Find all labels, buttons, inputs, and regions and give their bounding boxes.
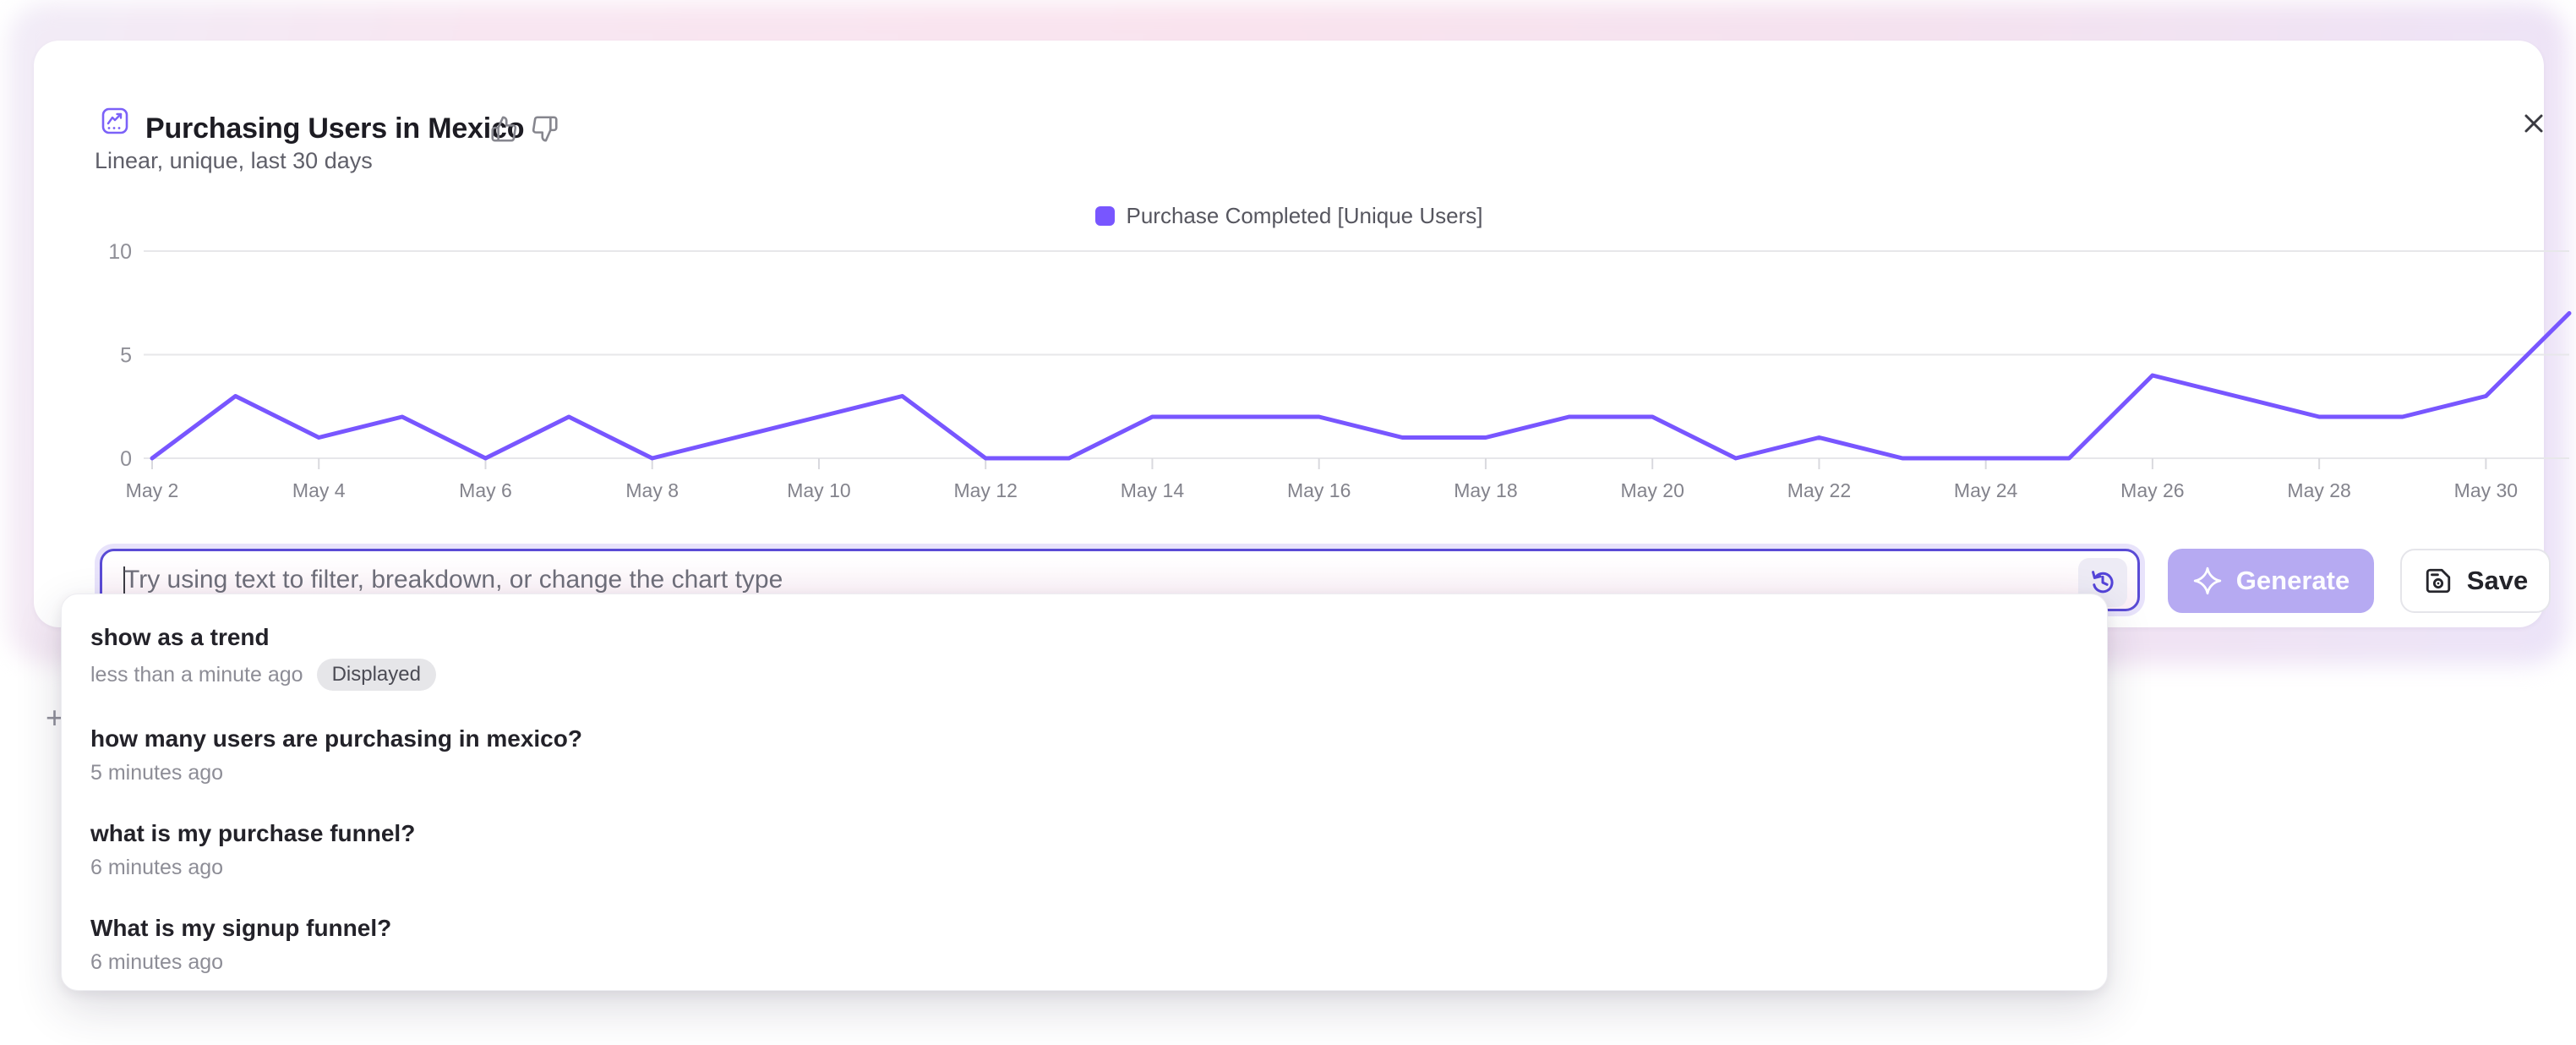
svg-text:May 28: May 28 — [2287, 479, 2350, 501]
svg-text:May 10: May 10 — [787, 479, 850, 501]
page: Purchasing Users in Mexico Linear, uniqu… — [0, 0, 2576, 1045]
history-item-title: what is my purchase funnel? — [90, 819, 2078, 848]
history-item[interactable]: what is my purchase funnel? 6 minutes ag… — [62, 802, 2107, 897]
legend-swatch — [1095, 206, 1115, 226]
svg-text:May 18: May 18 — [1454, 479, 1517, 501]
generate-button[interactable]: Generate — [2168, 549, 2374, 613]
line-chart: 0 5 10 May 2 May 4 May 6 May 8 May 10 May 12 May … — [93, 235, 2576, 527]
svg-text:May 22: May 22 — [1787, 479, 1851, 501]
history-item-time: 6 minutes ago — [90, 949, 223, 975]
thumbs-down-icon[interactable] — [531, 115, 559, 143]
history-dropdown: show as a trend less than a minute ago D… — [61, 594, 2108, 991]
save-label: Save — [2467, 566, 2528, 596]
history-item-title: show as a trend — [90, 623, 2078, 652]
legend-series-label: Purchase Completed [Unique Users] — [1127, 203, 1483, 229]
history-item-time: 5 minutes ago — [90, 760, 223, 785]
history-item-time: less than a minute ago — [90, 662, 303, 687]
chart-trend-icon — [101, 107, 128, 134]
history-item[interactable]: how many users are purchasing in mexico?… — [62, 708, 2107, 802]
svg-text:0: 0 — [120, 447, 132, 471]
thumbs-up-icon[interactable] — [490, 115, 518, 143]
history-item[interactable]: show as a trend less than a minute ago D… — [62, 606, 2107, 708]
svg-text:May 8: May 8 — [625, 479, 679, 501]
chart-card: Purchasing Users in Mexico Linear, uniqu… — [34, 41, 2544, 627]
history-item-title: What is my signup funnel? — [90, 914, 2078, 943]
history-item[interactable]: What is my signup funnel? 6 minutes ago — [62, 897, 2107, 991]
svg-text:May 26: May 26 — [2120, 479, 2184, 501]
svg-text:May 6: May 6 — [459, 479, 512, 501]
save-icon — [2423, 566, 2453, 596]
chart-subtitle: Linear, unique, last 30 days — [95, 148, 373, 174]
svg-text:May 20: May 20 — [1620, 479, 1684, 501]
sparkle-icon — [2192, 566, 2223, 596]
svg-text:May 16: May 16 — [1287, 479, 1351, 501]
save-button[interactable]: Save — [2400, 549, 2551, 613]
close-icon[interactable] — [2519, 108, 2549, 139]
status-badge: Displayed — [317, 659, 436, 691]
page-title: Purchasing Users in Mexico — [145, 112, 524, 145]
history-item-title: how many users are purchasing in mexico? — [90, 725, 2078, 753]
svg-text:May 12: May 12 — [953, 479, 1017, 501]
svg-text:5: 5 — [120, 344, 132, 368]
chart-legend[interactable]: Purchase Completed [Unique Users] — [34, 203, 2544, 229]
history-item-time: 6 minutes ago — [90, 855, 223, 880]
svg-text:May 30: May 30 — [2454, 479, 2518, 501]
generate-label: Generate — [2236, 566, 2350, 596]
svg-text:May 24: May 24 — [1954, 479, 2018, 501]
svg-text:10: 10 — [108, 240, 132, 264]
svg-text:May 2: May 2 — [126, 479, 179, 501]
svg-text:May 4: May 4 — [292, 479, 346, 501]
svg-text:May 14: May 14 — [1121, 479, 1185, 501]
